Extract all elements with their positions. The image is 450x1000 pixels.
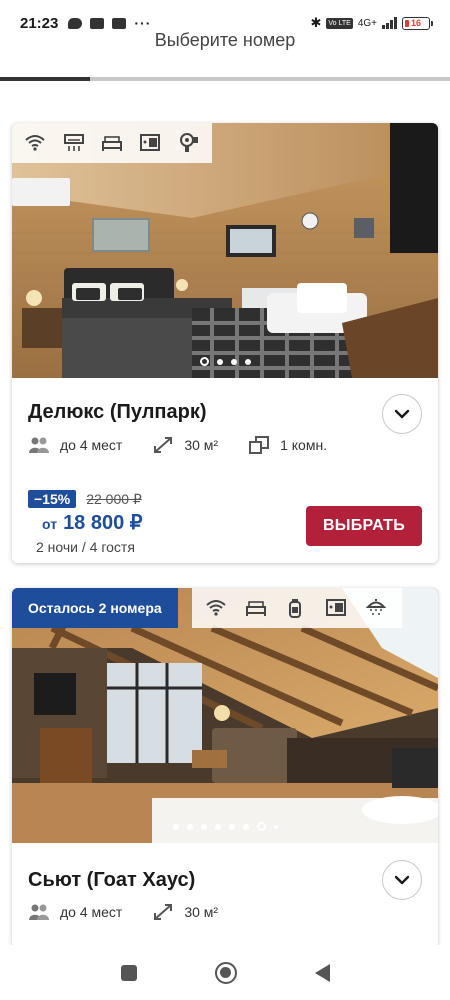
chevron-down-icon [394, 875, 410, 885]
home-icon[interactable] [214, 961, 237, 984]
air-conditioner-icon [62, 131, 84, 155]
expand-button[interactable] [382, 394, 422, 434]
volte-icon: Vo LTE [326, 17, 353, 29]
gallery-dot[interactable] [216, 358, 223, 365]
room-photo-gallery[interactable]: Осталось 2 номера [12, 588, 438, 843]
gallery-dots[interactable] [12, 822, 438, 831]
gallery-dot[interactable] [230, 358, 237, 365]
gallery-dot[interactable] [199, 357, 209, 366]
toiletries-icon [284, 596, 308, 620]
stay-info: 2 ночи / 4 гостя [36, 539, 135, 555]
bed-icon [101, 131, 123, 155]
battery-icon: 16 [402, 16, 433, 30]
room-photo-gallery[interactable] [12, 123, 438, 378]
bluetooth-icon: ✱ [310, 15, 322, 30]
hair-dryer-icon [178, 131, 200, 155]
area-icon [154, 437, 173, 453]
message-icon [68, 17, 83, 29]
availability-badge: Осталось 2 номера [12, 588, 178, 628]
wifi-icon [24, 131, 46, 155]
back-icon[interactable] [314, 963, 330, 982]
guests-icon [29, 904, 49, 920]
amenity-strip [12, 123, 212, 163]
gallery-dot[interactable] [200, 823, 207, 830]
step-progress [0, 77, 450, 81]
gallery-dot[interactable] [228, 823, 235, 830]
gallery-dots[interactable] [12, 357, 438, 366]
wifi-icon [204, 596, 228, 620]
app-notification-icon [90, 17, 105, 29]
fact-area: 30 м² [152, 902, 218, 922]
room-facts: до 4 мест 30 м² 1 комн. [28, 435, 357, 455]
fact-rooms: 1 комн. [248, 435, 327, 455]
system-nav-bar [0, 945, 450, 1000]
gallery-dot[interactable] [186, 823, 193, 830]
gallery-dot[interactable] [172, 823, 179, 830]
rooms-icon [249, 436, 270, 454]
fact-area: 30 м² [152, 435, 218, 455]
room-title: Делюкс (Пулпарк) [28, 401, 207, 423]
more-notifications-icon: ··· [134, 15, 152, 31]
safe-icon [324, 596, 348, 620]
old-price: 22 000 ₽ [86, 490, 142, 507]
price-block: −15% 22 000 ₽ от 18 800 ₽ 2 ночи / 4 гос… [28, 490, 143, 555]
chevron-down-icon [394, 409, 410, 419]
price: 18 800 ₽ [63, 512, 143, 534]
step-progress-fill [0, 77, 90, 81]
gallery-dot[interactable] [214, 823, 221, 830]
price-prefix: от [42, 516, 58, 532]
room-facts: до 4 мест 30 м² [28, 902, 248, 922]
area-value: 30 м² [184, 904, 219, 920]
room-card[interactable]: Осталось 2 номера Сьют (Гоат Хаус) до 4 … [12, 588, 438, 948]
area-icon [154, 904, 173, 920]
room-title: Сьют (Гоат Хаус) [28, 869, 196, 891]
discount-badge: −15% [28, 490, 77, 508]
page-title: Выберите номер [154, 30, 296, 50]
gamepad-icon [112, 17, 127, 29]
gallery-dot[interactable] [273, 824, 278, 829]
network-type: 4G+ [357, 17, 377, 29]
recent-apps-icon[interactable] [120, 964, 137, 981]
select-button[interactable]: ВЫБРАТЬ [306, 506, 422, 546]
signal-icon [382, 17, 397, 29]
shower-icon [364, 596, 388, 620]
gallery-dot[interactable] [244, 358, 251, 365]
gallery-dot[interactable] [242, 823, 249, 830]
safe-icon [139, 131, 161, 155]
guests-icon [29, 437, 49, 453]
expand-button[interactable] [382, 860, 422, 900]
area-value: 30 м² [184, 437, 219, 453]
gallery-dot[interactable] [256, 822, 266, 831]
amenity-strip [192, 588, 402, 628]
rooms-value: 1 комн. [280, 437, 328, 453]
room-card[interactable]: Делюкс (Пулпарк) до 4 мест 30 м² 1 комн.… [12, 123, 438, 563]
bed-icon [244, 596, 268, 620]
system-icons: ✱ Vo LTE 4G+ 16 [310, 15, 433, 31]
guests-value: до 4 мест [60, 437, 123, 453]
fact-guests: до 4 мест [28, 902, 122, 922]
fact-guests: до 4 мест [28, 435, 122, 455]
notification-icons: ··· [68, 15, 151, 31]
status-time: 21:23 [20, 14, 59, 32]
guests-value: до 4 мест [60, 904, 123, 920]
